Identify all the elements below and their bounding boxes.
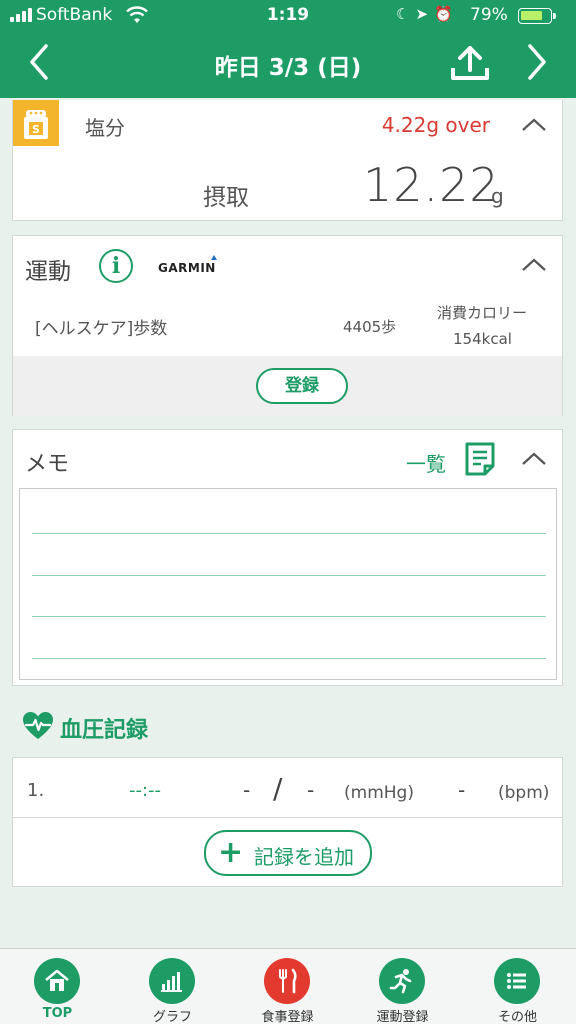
salt-over-text: 4.22g over [381,113,490,137]
tab-graph[interactable]: グラフ [115,949,230,1024]
battery-percent: 79% [470,5,508,25]
memo-line [32,533,546,534]
salt-card: S 塩分 4.22g over 摂取 12.22 g [12,100,563,221]
exercise-footer: 登録 [13,356,562,416]
diastolic-value: - [307,778,315,802]
plus-icon: + [218,835,244,870]
bar-chart-icon [161,972,182,992]
bp-separator: / [273,772,283,805]
memo-list-icon[interactable] [465,442,495,476]
systolic-value: - [243,778,251,802]
heart-pulse-icon [23,712,53,739]
mmhg-unit: (mmHg) [344,783,414,803]
salt-unit: g [491,184,504,208]
salt-intake-label: 摂取 [203,185,249,211]
row-time: --:-- [129,780,162,801]
chevron-up-icon[interactable] [521,257,547,273]
chevron-up-icon[interactable] [521,451,547,467]
list-icon [507,973,526,989]
row-index: 1. [27,780,45,801]
memo-card: メモ 一覧 [12,429,563,686]
blood-pressure-title: 血圧記録 [60,718,149,743]
blood-pressure-card: 1. --:-- - / - (mmHg) - (bpm) + 記録を追加 [12,757,563,887]
moon-icon: ☾ [396,5,416,23]
location-icon: ➤ [415,5,435,23]
exercise-card: 運動 i GARMIN [ヘルスケア]歩数 4405歩 消費カロリー 154kc… [12,235,563,416]
tab-meal[interactable]: 食事登録 [230,949,345,1024]
tab-top[interactable]: TOP [0,949,115,1024]
exercise-row-name: [ヘルスケア]歩数 [35,319,168,339]
blood-pressure-row[interactable]: 1. --:-- - / - (mmHg) - (bpm) [13,758,562,818]
tab-label: TOP [42,1006,73,1021]
pulse-value: - [458,778,466,802]
tab-other[interactable]: その他 [460,949,575,1024]
salt-value: 12.22 [363,158,500,212]
tab-label: グラフ [152,1010,192,1024]
exercise-row-steps: 4405歩 [343,318,397,336]
bpm-unit: (bpm) [498,783,550,803]
salt-label: 塩分 [85,116,125,140]
battery-icon [518,8,556,24]
register-button[interactable]: 登録 [256,368,348,404]
status-bar: SoftBank 1:19 ☾➤⏰ 79% [0,0,576,32]
chevron-up-icon[interactable] [521,117,547,133]
running-icon [389,969,412,994]
alarm-icon: ⏰ [434,5,459,23]
chevron-right-icon[interactable] [526,42,550,82]
memo-line [32,658,546,659]
status-icons: ☾➤⏰ [396,5,459,23]
calorie-label: 消費カロリー [437,304,528,322]
tab-exercise[interactable]: 運動登録 [345,949,460,1024]
memo-line [32,616,546,617]
memo-list-link[interactable]: 一覧 [406,448,446,477]
tab-label: 運動登録 [376,1010,429,1024]
memo-textarea[interactable] [19,488,557,680]
exercise-title: 運動 [25,259,71,285]
garmin-logo: GARMIN [158,255,217,275]
tab-bar: TOP グラフ 食事登録 運動登録 その他 [0,948,576,1024]
tab-label: 食事登録 [261,1010,314,1024]
add-record-label: 記録を追加 [254,845,354,869]
fork-knife-icon [279,968,297,994]
home-icon [45,969,69,991]
svg-text:S: S [32,123,40,136]
salt-shaker-icon: S [13,100,59,146]
memo-line [32,575,546,576]
upload-icon[interactable] [448,44,492,84]
app-header: SoftBank 1:19 ☾➤⏰ 79% 昨日 3/3 (日) [0,0,576,98]
add-record-button[interactable]: + 記録を追加 [204,830,372,876]
tab-label: その他 [497,1010,537,1024]
info-icon[interactable]: i [99,249,133,283]
memo-title: メモ [25,452,70,477]
calorie-value: 154kcal [453,330,512,348]
